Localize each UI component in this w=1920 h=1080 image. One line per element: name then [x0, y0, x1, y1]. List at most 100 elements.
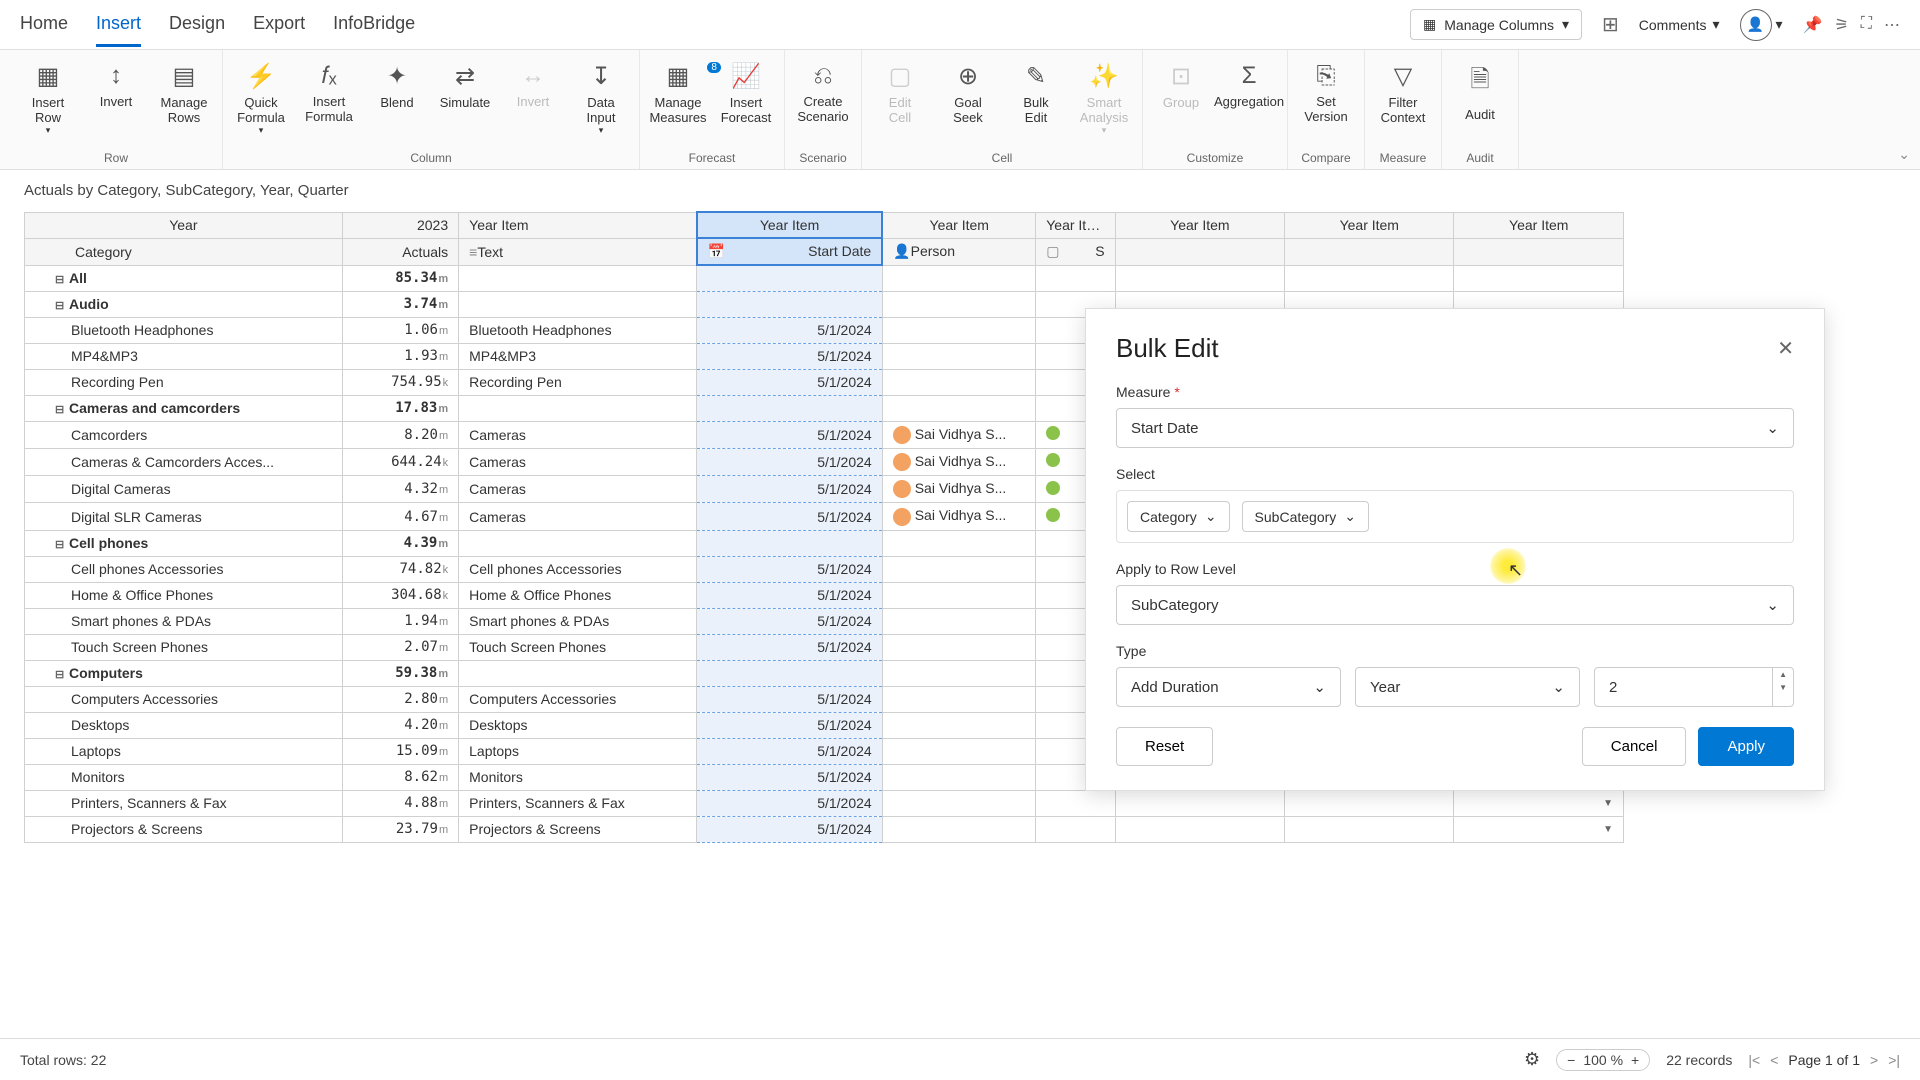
cell-start-date[interactable]: 5/1/2024	[697, 421, 882, 448]
header-year-item[interactable]: Year Item	[1285, 212, 1454, 238]
cell-text[interactable]	[459, 530, 697, 556]
header-2023[interactable]: 2023	[342, 212, 458, 238]
cell-category[interactable]: MP4&MP3	[25, 343, 343, 369]
cell-actuals[interactable]: 23.79m	[342, 816, 458, 842]
cell-start-date[interactable]: 5/1/2024	[697, 764, 882, 790]
cell-empty[interactable]	[1285, 816, 1454, 842]
cell-person[interactable]	[882, 291, 1036, 317]
cell-text[interactable]	[459, 291, 697, 317]
subheader-actuals[interactable]: Actuals	[342, 238, 458, 265]
cell-person[interactable]	[882, 530, 1036, 556]
pin-icon[interactable]: 📌	[1803, 15, 1823, 35]
cell-actuals[interactable]: 1.06m	[342, 317, 458, 343]
menu-tab-home[interactable]: Home	[20, 3, 68, 47]
ribbon-quick-formula[interactable]: ⚡QuickFormula▾	[231, 58, 291, 140]
expand-icon[interactable]: ⊟	[55, 538, 69, 551]
ribbon-bulk-edit[interactable]: ✎BulkEdit	[1006, 58, 1066, 140]
spinner-down-icon[interactable]: ▼	[1773, 681, 1793, 694]
cell-empty[interactable]	[1115, 790, 1284, 816]
cell-start-date[interactable]: 5/1/2024	[697, 317, 882, 343]
cell-actuals[interactable]: 15.09m	[342, 738, 458, 764]
cell-category[interactable]: Smart phones & PDAs	[25, 608, 343, 634]
menu-tab-export[interactable]: Export	[253, 3, 305, 47]
menu-tab-design[interactable]: Design	[169, 3, 225, 47]
cell-category[interactable]: Home & Office Phones	[25, 582, 343, 608]
cell-text[interactable]	[459, 395, 697, 421]
subheader-start-date[interactable]: 📅Start Date	[697, 238, 882, 265]
chip-category[interactable]: Category⌄	[1127, 501, 1230, 532]
ribbon-goal-seek[interactable]: ⊕GoalSeek	[938, 58, 998, 140]
header-year-item[interactable]: Year Item	[882, 212, 1036, 238]
cell-start-date[interactable]: 5/1/2024	[697, 582, 882, 608]
cell-start-date[interactable]	[697, 265, 882, 291]
cell-actuals[interactable]: 644.24k	[342, 448, 458, 475]
close-icon[interactable]: ✕	[1777, 336, 1794, 361]
header-year-item[interactable]: Year Item	[697, 212, 882, 238]
cell-category[interactable]: Projectors & Screens	[25, 816, 343, 842]
cell-status[interactable]	[1036, 790, 1115, 816]
cell-start-date[interactable]	[697, 530, 882, 556]
cell-actuals[interactable]: 2.07m	[342, 634, 458, 660]
cell-person[interactable]	[882, 556, 1036, 582]
subheader-empty[interactable]	[1115, 238, 1284, 265]
expand-icon[interactable]: ⊟	[55, 299, 69, 312]
cell-text[interactable]	[459, 265, 697, 291]
cell-start-date[interactable]: 5/1/2024	[697, 476, 882, 503]
table-row[interactable]: ⊟All85.34m	[25, 265, 1624, 291]
measure-select[interactable]: Start Date ⌄	[1116, 408, 1794, 448]
cell-actuals[interactable]: 74.82k	[342, 556, 458, 582]
cell-person[interactable]	[882, 712, 1036, 738]
menu-tab-infobridge[interactable]: InfoBridge	[333, 3, 415, 47]
cell-category[interactable]: ⊟Computers	[25, 660, 343, 686]
apply-button[interactable]: Apply	[1698, 727, 1794, 766]
cell-actuals[interactable]: 4.88m	[342, 790, 458, 816]
menu-tab-insert[interactable]: Insert	[96, 3, 141, 47]
header-year[interactable]: Year	[25, 212, 343, 238]
spinner-up-icon[interactable]: ▲	[1773, 668, 1793, 681]
cell-start-date[interactable]: 5/1/2024	[697, 790, 882, 816]
cell-text[interactable]: Recording Pen	[459, 369, 697, 395]
cell-text[interactable]: Cameras	[459, 503, 697, 530]
cell-actuals[interactable]: 2.80m	[342, 686, 458, 712]
cell-status[interactable]	[1036, 265, 1115, 291]
cell-empty[interactable]	[1115, 816, 1284, 842]
cell-start-date[interactable]: 5/1/2024	[697, 712, 882, 738]
ribbon-insert-row[interactable]: ▦InsertRow▾	[18, 58, 78, 140]
table-row[interactable]: Printers, Scanners & Fax4.88mPrinters, S…	[25, 790, 1624, 816]
cell-actuals[interactable]: 8.20m	[342, 421, 458, 448]
cell-empty[interactable]	[1454, 265, 1624, 291]
cell-actuals[interactable]: 8.62m	[342, 764, 458, 790]
dropdown-arrow-icon[interactable]: ▼	[1603, 798, 1613, 809]
cell-text[interactable]: Smart phones & PDAs	[459, 608, 697, 634]
cell-start-date[interactable]	[697, 395, 882, 421]
expand-icon[interactable]: ⊟	[55, 668, 69, 681]
chevron-down-icon[interactable]: ▾	[1776, 16, 1783, 33]
insert-column-icon[interactable]: ⊞	[1602, 12, 1619, 37]
cell-person[interactable]	[882, 265, 1036, 291]
ribbon-set-version[interactable]: ⎘SetVersion	[1296, 58, 1356, 128]
cell-text[interactable]: Projectors & Screens	[459, 816, 697, 842]
cell-category[interactable]: Bluetooth Headphones	[25, 317, 343, 343]
cell-status[interactable]	[1036, 816, 1115, 842]
ribbon-filter-context[interactable]: ▽FilterContext	[1373, 58, 1433, 129]
cell-actuals[interactable]: 4.39m	[342, 530, 458, 556]
cell-text[interactable]: Monitors	[459, 764, 697, 790]
cell-actuals[interactable]: 3.74m	[342, 291, 458, 317]
cell-person[interactable]	[882, 660, 1036, 686]
cell-text[interactable]	[459, 660, 697, 686]
unit-select[interactable]: Year ⌄	[1355, 667, 1580, 707]
header-year-item[interactable]: Year Item	[1036, 212, 1115, 238]
ribbon-manage-measures[interactable]: ▦8ManageMeasures	[648, 58, 708, 129]
cell-start-date[interactable]	[697, 660, 882, 686]
header-year-item[interactable]: Year Item	[459, 212, 697, 238]
apply-row-select[interactable]: SubCategory ⌄	[1116, 585, 1794, 625]
more-icon[interactable]: ⋯	[1884, 15, 1900, 35]
cell-actuals[interactable]: 4.20m	[342, 712, 458, 738]
cell-text[interactable]: MP4&MP3	[459, 343, 697, 369]
cell-category[interactable]: Cameras & Camcorders Acces...	[25, 448, 343, 475]
cell-actuals[interactable]: 754.95k	[342, 369, 458, 395]
cell-actuals[interactable]: 1.94m	[342, 608, 458, 634]
comments-button[interactable]: Comments ▾	[1639, 16, 1720, 33]
cell-text[interactable]: Desktops	[459, 712, 697, 738]
cell-text[interactable]: Cameras	[459, 476, 697, 503]
